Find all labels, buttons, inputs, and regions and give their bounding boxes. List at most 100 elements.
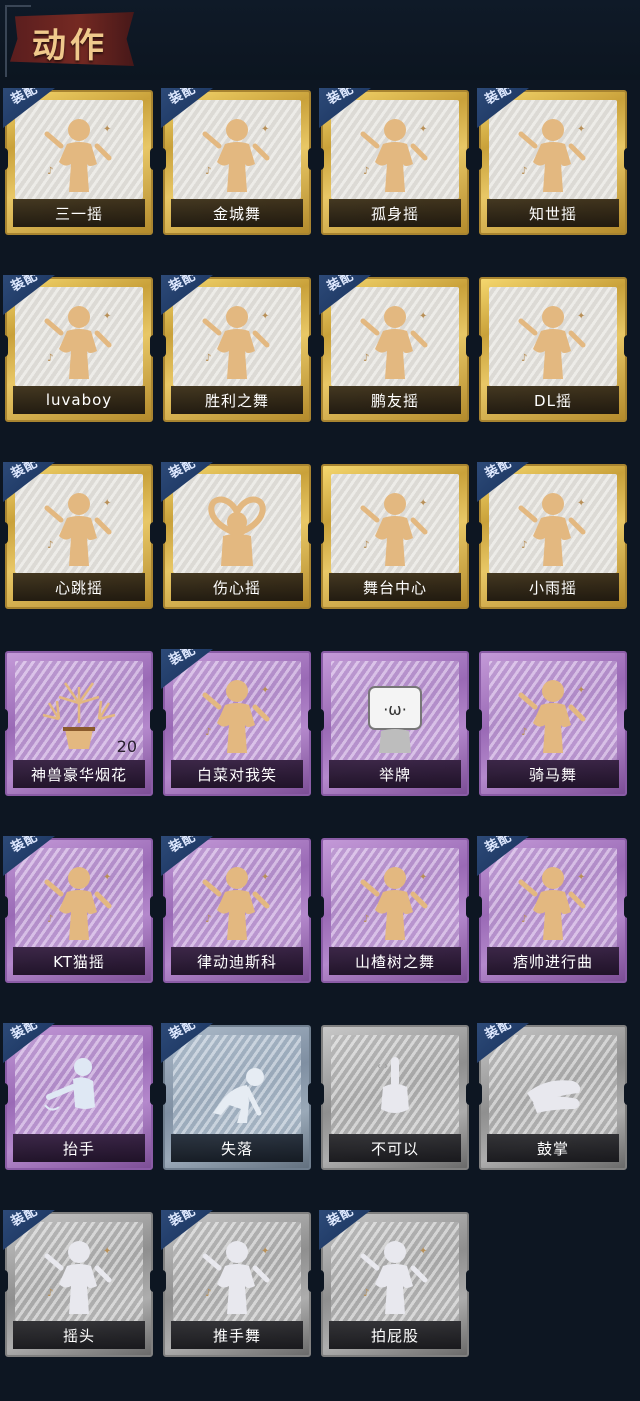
item-count: 20 [116, 737, 137, 756]
card-notch-left [2, 1083, 8, 1105]
svg-text:✦: ✦ [261, 685, 269, 696]
svg-text:♪: ♪ [363, 1288, 369, 1299]
svg-text:♪: ♪ [521, 353, 527, 364]
card-label-bar: 胜利之舞 [171, 386, 303, 414]
svg-text:✦: ✦ [103, 1246, 111, 1257]
svg-text:✦: ✦ [261, 872, 269, 883]
svg-text:✦: ✦ [577, 872, 585, 883]
svg-text:✦: ✦ [261, 124, 269, 135]
card-label: 山楂树之舞 [354, 952, 435, 971]
card-notch-left [2, 1270, 8, 1292]
emote-card[interactable]: ♪ ✦ 鹏友摇 装配 [318, 275, 472, 422]
emote-card[interactable]: ♪ ✦ 山楂树之舞 [318, 838, 472, 983]
svg-text:✦: ✦ [577, 124, 585, 135]
emote-card[interactable]: ♪ ✦ 律动迪斯科 装配 [160, 836, 314, 983]
card-label-bar: 舞台中心 [329, 573, 461, 601]
emote-card[interactable]: ♪ ✦ 胜利之舞 装配 [160, 275, 314, 422]
svg-text:✦: ✦ [577, 311, 585, 322]
svg-text:♪: ♪ [363, 353, 369, 364]
emote-card[interactable]: ♪ ✦ KT猫摇 装配 [2, 836, 156, 983]
card-label: DL摇 [534, 391, 572, 410]
emote-card[interactable]: ♪ ✦ 推手舞 装配 [160, 1210, 314, 1357]
equipped-badge: 装配 [161, 88, 213, 128]
card-label: 知世摇 [528, 204, 577, 223]
card-label: 三一摇 [54, 204, 103, 223]
emote-card[interactable]: ♪ ✦ 小雨摇 装配 [476, 462, 630, 609]
emote-card[interactable]: ♪ ✦ 舞台中心 [318, 464, 472, 609]
emote-card[interactable]: ♪ ✦ DL摇 [476, 277, 630, 422]
card-notch-right [308, 709, 314, 731]
svg-text:✦: ✦ [577, 498, 585, 509]
card-label-bar: 不可以 [329, 1134, 461, 1162]
equipped-badge: 装配 [3, 1210, 55, 1250]
card-notch-left [476, 148, 482, 170]
equipped-badge: 装配 [319, 1210, 371, 1250]
card-label-bar: 痞帅进行曲 [487, 947, 619, 975]
emote-card[interactable]: 鼓掌 装配 [476, 1023, 630, 1170]
svg-text:✦: ✦ [261, 311, 269, 322]
svg-text:♪: ♪ [47, 1288, 53, 1299]
emote-card[interactable]: ♪ ✦ luvaboy 装配 [2, 275, 156, 422]
emote-card[interactable]: ‹ › 不可以 [318, 1025, 472, 1170]
card-label: 抬手 [62, 1139, 95, 1158]
svg-text:♪: ♪ [47, 166, 53, 177]
emote-card[interactable]: ♪ ✦ 心跳摇 装配 [2, 462, 156, 609]
card-label-bar: 推手舞 [171, 1321, 303, 1349]
card-notch-left [160, 709, 166, 731]
card-notch-right [466, 896, 472, 918]
emote-card[interactable]: 20 神兽豪华烟花 [2, 651, 156, 796]
emote-card[interactable]: ♪ ✦ 知世摇 装配 [476, 88, 630, 235]
card-notch-right [624, 1083, 630, 1105]
card-notch-left [160, 896, 166, 918]
card-body: ‹ › 不可以 [321, 1025, 469, 1170]
emote-card[interactable]: ♪ ✦ 孤身摇 装配 [318, 88, 472, 235]
emote-card[interactable]: 伤心摇 装配 [160, 462, 314, 609]
card-notch-right [150, 1083, 156, 1105]
svg-text:✦: ✦ [577, 685, 585, 696]
svg-text:♪: ♪ [521, 166, 527, 177]
card-notch-right [150, 1270, 156, 1292]
card-label-bar: 骑马舞 [487, 760, 619, 788]
emote-card[interactable]: ♪ ✦ 痞帅进行曲 装配 [476, 836, 630, 983]
card-notch-left [318, 522, 324, 544]
card-label: 孤身摇 [370, 204, 419, 223]
sign-icon: ·ω· [355, 673, 435, 757]
card-body: ·ω· 举牌 [321, 651, 469, 796]
svg-text:·ω·: ·ω· [383, 700, 407, 719]
svg-text:♪: ♪ [205, 1288, 211, 1299]
card-notch-right [466, 335, 472, 357]
svg-text:✦: ✦ [103, 872, 111, 883]
card-label: luvaboy [45, 391, 113, 409]
card-label-bar: 抬手 [13, 1134, 145, 1162]
emote-card[interactable]: 失落 装配 [160, 1023, 314, 1170]
section-title: 动作 [32, 26, 108, 66]
card-notch-right [150, 522, 156, 544]
card-notch-left [476, 522, 482, 544]
emote-card[interactable]: ♪ ✦ 摇头 装配 [2, 1210, 156, 1357]
svg-text:♪: ♪ [363, 540, 369, 551]
svg-text:♪: ♪ [363, 914, 369, 925]
card-body: ♪ ✦ 山楂树之舞 [321, 838, 469, 983]
emote-card[interactable]: ♪ ✦ 拍屁股 装配 [318, 1210, 472, 1357]
svg-text:♪: ♪ [47, 914, 53, 925]
equipped-badge: 装配 [161, 836, 213, 876]
card-notch-left [2, 896, 8, 918]
card-label: 舞台中心 [362, 578, 427, 597]
emote-card[interactable]: ♪ ✦ 骑马舞 [476, 651, 630, 796]
equipped-badge: 装配 [3, 462, 55, 502]
card-label-bar: 白菜对我笑 [171, 760, 303, 788]
card-notch-right [466, 1083, 472, 1105]
card-notch-left [160, 148, 166, 170]
emote-card[interactable]: ♪ ✦ 三一摇 装配 [2, 88, 156, 235]
card-notch-right [150, 335, 156, 357]
emote-card[interactable]: 抬手 装配 [2, 1023, 156, 1170]
card-label-bar: KT猫摇 [13, 947, 145, 975]
emote-card[interactable]: ·ω· 举牌 [318, 651, 472, 796]
emote-card[interactable]: ♪ ✦ 金城舞 装配 [160, 88, 314, 235]
card-notch-right [308, 1270, 314, 1292]
card-label: 鼓掌 [536, 1139, 569, 1158]
emote-card[interactable]: ♪ ✦ 白菜对我笑 装配 [160, 649, 314, 796]
card-notch-right [466, 709, 472, 731]
card-notch-left [318, 896, 324, 918]
section-header: 动作 [0, 0, 640, 80]
